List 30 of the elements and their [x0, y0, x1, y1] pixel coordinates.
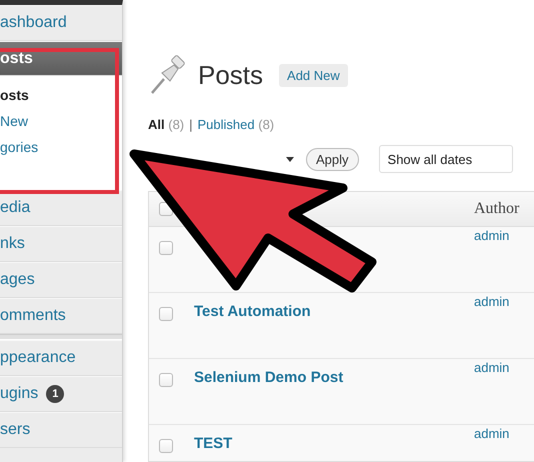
submenu-item[interactable]: gories [0, 134, 122, 160]
submenu-item[interactable]: osts [0, 82, 122, 108]
count-badge: 1 [46, 385, 64, 403]
apply-button[interactable]: Apply [306, 148, 359, 171]
page-title: Posts [198, 60, 264, 90]
caret-icon [286, 156, 294, 162]
author-link[interactable]: admin [474, 228, 510, 244]
author-link[interactable]: admin [474, 294, 510, 310]
filter-separator: | [189, 117, 193, 134]
menu-item[interactable]: sers [0, 412, 122, 448]
author-link[interactable]: admin [474, 360, 510, 376]
post-title-link[interactable]: Selenium Demo Post [194, 369, 474, 386]
checkbox[interactable] [159, 439, 173, 454]
menu-item[interactable]: ugins [0, 385, 38, 403]
menu-item[interactable]: nks [0, 226, 122, 262]
add-new-button[interactable]: Add New [279, 64, 348, 86]
menu-item[interactable]: ppearance [0, 340, 122, 376]
author-link[interactable]: admin [474, 426, 510, 442]
date-filter-dropdown[interactable]: Show all dates [378, 145, 514, 174]
checkbox[interactable] [159, 307, 173, 322]
menu-item[interactable]: ages [0, 262, 122, 298]
post-title-link[interactable]: Test Automation [194, 303, 474, 320]
submenu-item[interactable]: New [0, 108, 122, 134]
filter-link[interactable]: All (8) [148, 117, 184, 134]
post-title-link[interactable]: TEST [194, 435, 474, 452]
column-header[interactable]: Author [474, 200, 534, 218]
checkbox[interactable] [159, 373, 173, 388]
filter-link[interactable]: Published (8) [198, 117, 274, 134]
checkbox[interactable] [159, 241, 173, 256]
menu-item[interactable]: edia [0, 190, 122, 226]
